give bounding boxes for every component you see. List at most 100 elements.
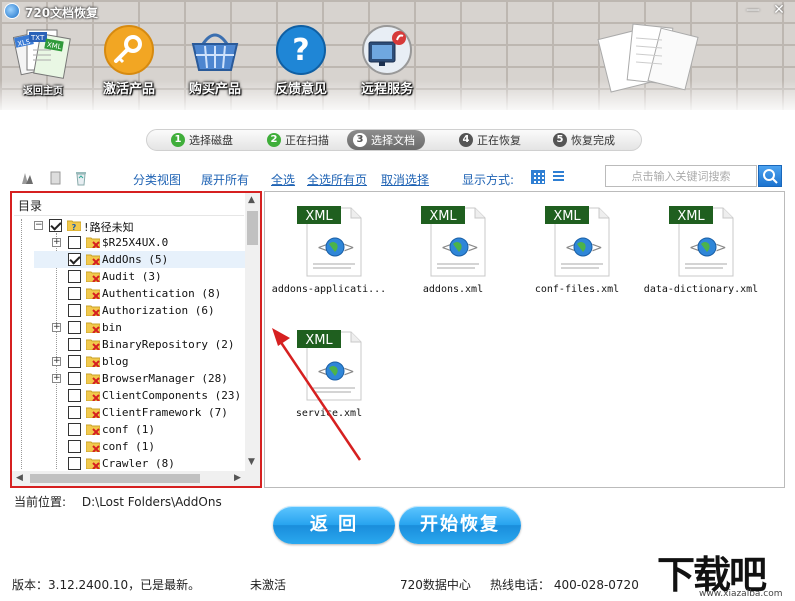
deleted-folder-icon [86, 339, 100, 350]
grid-view-icon[interactable] [531, 170, 545, 184]
nav-activate-button[interactable]: 激活产品 [96, 24, 162, 97]
checkbox[interactable] [49, 219, 62, 232]
checkbox[interactable] [68, 338, 81, 351]
watermark-url: www.xiazaiba.com [699, 589, 783, 599]
scroll-left-icon[interactable]: ◀ [16, 473, 23, 483]
checkbox[interactable] [68, 253, 81, 266]
tree-item-row[interactable]: conf (1) [34, 438, 252, 455]
scrollbar-thumb[interactable] [30, 474, 200, 483]
app-logo-icon [4, 3, 20, 19]
checkbox[interactable] [68, 321, 81, 334]
title-bar: 720文档恢复 — ✕ [0, 0, 795, 22]
tree-root-row[interactable]: − ? !路径未知 [34, 217, 252, 234]
search-input[interactable] [605, 165, 757, 187]
expand-all-link[interactable]: 展开所有 [201, 171, 249, 188]
select-all-pages-link[interactable]: 全选所有页 [307, 171, 367, 188]
checkbox[interactable] [68, 423, 81, 436]
step-number: 4 [459, 133, 473, 147]
checkbox[interactable] [68, 457, 81, 470]
scroll-right-icon[interactable]: ▶ [234, 473, 241, 483]
step-select-disk: 1 选择磁盘 [171, 131, 233, 149]
scrollbar-thumb[interactable] [247, 211, 258, 245]
deleted-folder-icon [86, 390, 100, 401]
tree-vertical-scrollbar[interactable]: ▲ ▼ [245, 193, 260, 472]
tree-item-row[interactable]: Crawler (8) [34, 455, 252, 472]
nav-remote-label: 远程服务 [360, 82, 413, 97]
tree-item-label: Authorization (6) [102, 304, 215, 317]
start-recovery-button[interactable]: 开始恢复 [399, 506, 521, 544]
current-path: 当前位置: D:\Lost Folders\AddOns [14, 493, 222, 510]
tree-item-row[interactable]: AddOns (5) [34, 251, 252, 268]
checkbox[interactable] [68, 236, 81, 249]
tree-item-label: !路径未知 [83, 221, 134, 234]
deleted-folder-icon [86, 458, 100, 469]
file-name: addons.xml [422, 284, 484, 295]
file-name: data-dictionary.xml [643, 284, 759, 295]
list-view-icon[interactable] [553, 171, 564, 182]
select-all-link[interactable]: 全选 [271, 171, 295, 188]
nav-home-button[interactable]: XLS TXT XML 返回主页 [10, 24, 76, 97]
step-number: 1 [171, 133, 185, 147]
key-icon [104, 25, 154, 75]
tree-item-label: blog [102, 355, 129, 368]
category-view-link[interactable]: 分类视图 [133, 171, 181, 188]
nav-home-label: 返回主页 [23, 86, 63, 97]
checkbox[interactable] [68, 406, 81, 419]
tree-item-row[interactable]: ClientFramework (7) [34, 404, 252, 421]
step-label: 正在恢复 [477, 134, 521, 147]
expand-icon[interactable]: + [52, 238, 61, 247]
close-button[interactable]: ✕ [768, 1, 790, 19]
file-badge: XML [677, 209, 705, 224]
checkbox[interactable] [68, 304, 81, 317]
recycle-bin-icon[interactable] [73, 170, 89, 186]
display-mode-label: 显示方式: [462, 173, 515, 187]
tree-horizontal-scrollbar[interactable]: ◀ ▶ [12, 471, 260, 486]
expand-icon[interactable]: + [52, 323, 61, 332]
expand-icon[interactable]: + [52, 357, 61, 366]
back-button[interactable]: 返 回 [273, 506, 395, 544]
tree-item-row[interactable]: Audit (3) [34, 268, 252, 285]
scroll-down-icon[interactable]: ▼ [248, 457, 255, 467]
tree-item-row[interactable]: Authorization (6) [34, 302, 252, 319]
checkbox[interactable] [68, 270, 81, 283]
tree-item-row[interactable]: conf (1) [34, 421, 252, 438]
deleted-folder-icon [86, 356, 100, 367]
question-mark-icon: ? [276, 25, 326, 75]
tree-item-label: Audit (3) [102, 270, 162, 283]
tree-item-label: Authentication (8) [102, 287, 222, 300]
tree-item-row[interactable]: + $R25X4UX.0 [34, 234, 252, 251]
search-button[interactable] [758, 165, 782, 187]
scroll-up-icon[interactable]: ▲ [248, 195, 255, 205]
nav-buy-button[interactable]: 购买产品 [182, 24, 248, 97]
minimize-button[interactable]: — [742, 1, 764, 19]
tree-item-row[interactable]: + BrowserManager (28) [34, 370, 252, 387]
tree-item-row[interactable]: + blog [34, 353, 252, 370]
deleted-folder-icon [86, 424, 100, 435]
nav-remote-button[interactable]: 远程服务 [354, 24, 420, 97]
file-item[interactable]: XML < > data-dictionary.xml [641, 198, 761, 308]
file-item[interactable]: XML < > addons-applicati... [269, 198, 389, 308]
activation-status: 未激活 [250, 578, 287, 592]
file-item[interactable]: XML < > conf-files.xml [517, 198, 637, 308]
checkbox[interactable] [68, 389, 81, 402]
checkbox[interactable] [68, 355, 81, 368]
collapse-icon[interactable]: − [34, 221, 43, 230]
tree-item-row[interactable]: ClientComponents (23) [34, 387, 252, 404]
checkbox[interactable] [68, 287, 81, 300]
unknown-folder-icon: ? [67, 220, 81, 231]
tree-item-row[interactable]: Authentication (8) [34, 285, 252, 302]
expand-icon[interactable]: + [52, 374, 61, 383]
drive-view-icon[interactable] [19, 170, 35, 186]
file-item[interactable]: XML < > addons.xml [393, 198, 513, 308]
xml-file-icon: XML< > [421, 206, 486, 277]
tree-item-row[interactable]: BinaryRepository (2) [34, 336, 252, 353]
checkbox[interactable] [68, 372, 81, 385]
cancel-selection-link[interactable]: 取消选择 [381, 171, 429, 188]
nav-feedback-button[interactable]: ? 反馈意见 [268, 24, 334, 97]
nav-activate-label: 激活产品 [102, 82, 155, 97]
file-view-icon[interactable] [47, 170, 63, 186]
folder-tree[interactable]: 目录 − ? !路径未知 + $R25X4UX.0 AddOns (5) Audit … [10, 191, 262, 488]
tree-item-row[interactable]: + bin [34, 319, 252, 336]
tree-item-label: $R25X4UX.0 [102, 236, 169, 249]
checkbox[interactable] [68, 440, 81, 453]
